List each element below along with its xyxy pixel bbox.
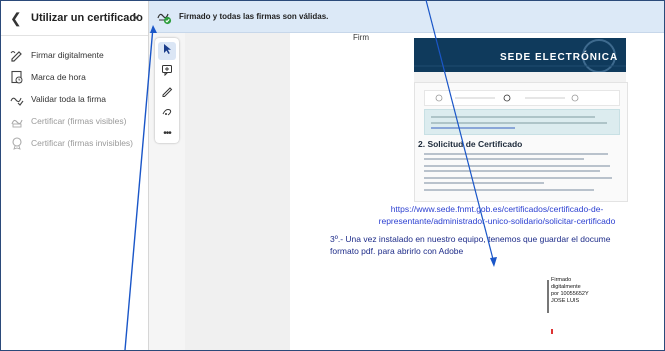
body-text-line <box>424 153 608 155</box>
url-line: representante/administrador-unico-solida… <box>378 216 616 226</box>
select-tool-button[interactable] <box>158 42 176 60</box>
signature-line: JOSE LUIS <box>551 298 580 304</box>
signed-valid-icon <box>156 9 172 25</box>
signature-mark <box>547 280 549 313</box>
digital-signature-stamp[interactable]: Firmado digitalmente por 10055652Y JOSE … <box>551 277 589 305</box>
url-line: https://www.sede.fnmt.gob.es/certificado… <box>390 204 604 214</box>
sidebar-item-marca-de-hora[interactable]: Marca de hora <box>9 68 144 86</box>
sidebar-item-firmar-digitalmente[interactable]: Firmar digitalmente <box>9 46 144 64</box>
more-icon: ••• <box>163 127 171 139</box>
signature-line: Firmado <box>551 277 572 283</box>
steps-strip <box>424 90 620 106</box>
clock-stamp-icon <box>9 69 25 85</box>
body-text-line <box>424 165 610 167</box>
more-tool-button[interactable]: ••• <box>158 124 176 142</box>
sidebar-item-label: Certificar (firmas visibles) <box>31 116 127 126</box>
sidebar-item-label: Marca de hora <box>31 72 86 82</box>
quick-tools-toolbar: ••• <box>155 38 179 143</box>
signature-accent <box>551 329 553 334</box>
body-text-line <box>424 170 600 172</box>
sidebar-title: Utilizar un certificado <box>31 12 143 24</box>
pencil-icon <box>161 84 173 102</box>
certify-visible-icon <box>9 113 25 129</box>
certificate-sidebar: ❮ Utilizar un certificado ✕ Firmar digit… <box>1 1 149 350</box>
signature-line: por 10055652Y <box>551 291 589 297</box>
signature-status-bar: Firmado y todas las firmas son válidas. <box>149 1 664 33</box>
pen-sign-icon <box>9 47 25 63</box>
body-text-line <box>424 177 612 179</box>
info-box <box>424 109 620 135</box>
signature-status-message: Firmado y todas las firmas son válidas. <box>179 12 329 21</box>
sidebar-item-validar-firma[interactable]: Validar toda la firma <box>9 90 144 108</box>
comment-add-icon <box>161 63 173 81</box>
paragraph-line: formato pdf. para abrirlo con Adobe <box>330 246 464 256</box>
section-heading: 2. Solicitud de Certificado <box>418 139 523 149</box>
paragraph-line: 3º.- Una vez instalado en nuestro equipo… <box>330 234 611 244</box>
sidebar-item-label: Firmar digitalmente <box>31 50 104 60</box>
chevron-left-icon[interactable]: ❮ <box>10 10 22 27</box>
sede-electronica-banner: SEDE ELECTRÓNICA <box>414 38 626 82</box>
comment-tool-button[interactable] <box>158 63 176 81</box>
sidebar-item-certificar-visibles[interactable]: Certificar (firmas visibles) <box>9 112 144 130</box>
highlight-tool-button[interactable] <box>158 105 176 123</box>
body-text-line <box>424 189 594 191</box>
cursor-icon <box>161 42 173 60</box>
banner-title: SEDE ELECTRÓNICA <box>500 52 619 63</box>
validate-signature-icon <box>9 91 25 107</box>
body-text-line <box>424 158 584 160</box>
draw-tool-button[interactable] <box>158 84 176 102</box>
sidebar-header: ❮ Utilizar un certificado ✕ <box>1 1 148 36</box>
sidebar-item-label: Certificar (firmas invisibles) <box>31 138 134 148</box>
signature-line: digitalmente <box>551 284 581 290</box>
certify-invisible-icon <box>9 135 25 151</box>
body-text-line <box>424 182 544 184</box>
certificate-url-link[interactable]: https://www.sede.fnmt.gob.es/certificado… <box>330 203 664 227</box>
page-text-fragment: Firm <box>353 33 369 42</box>
sidebar-item-certificar-invisibles[interactable]: Certificar (firmas invisibles) <box>9 134 144 152</box>
close-icon[interactable]: ✕ <box>131 11 141 25</box>
sidebar-item-label: Validar toda la firma <box>31 94 106 104</box>
eraser-draw-icon <box>161 105 173 123</box>
instruction-paragraph: 3º.- Una vez instalado en nuestro equipo… <box>330 233 665 257</box>
